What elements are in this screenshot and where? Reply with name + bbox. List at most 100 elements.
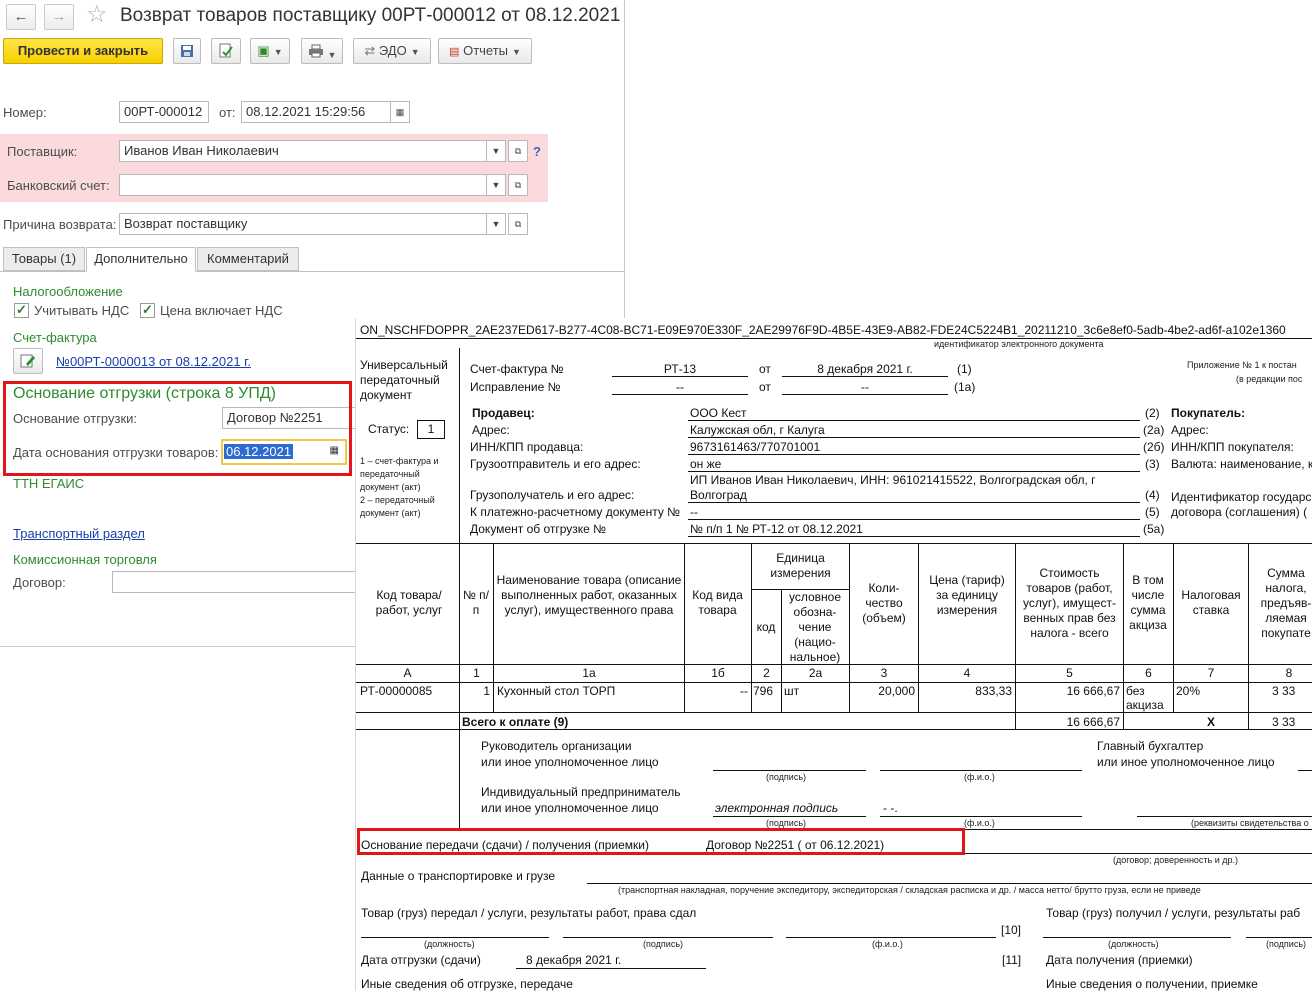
consignee-label: Грузополучатель и его адрес: [470,488,635,502]
correction-number: -- [676,380,684,394]
column-header-name: Наименование товара (описание выполненны… [496,573,682,617]
reports-label: Отчеты [463,43,509,58]
line [612,394,748,395]
taxation-group-title: Налогообложение [13,284,123,299]
buyer-address-label: Адрес: [1171,423,1209,437]
create-based-icon: ▣ [257,43,270,58]
column-header-cost: Стоимость товаров (работ, услуг), имущес… [1023,566,1116,640]
field-number: (1) [957,362,972,376]
buyer-gov-id-label: Идентификатор государс [1171,490,1312,504]
certificate-caption: (реквизиты свидетельства о [1191,818,1309,828]
line [688,519,1140,520]
checkmark-icon: ✓ [142,302,153,317]
row-code: РТ-00000085 [360,684,433,698]
line [688,437,1140,438]
vat-checkbox[interactable]: ✓ [14,303,29,318]
post-button[interactable] [211,38,241,64]
return-reason-open-button[interactable]: ⧉ [508,213,528,235]
row-excise-2: акциза [1126,698,1164,712]
field-number: (2б) [1143,440,1165,454]
status-note: 2 – передаточный [360,495,435,505]
forward-button[interactable]: → [44,4,74,30]
help-icon[interactable]: ? [533,144,541,159]
supplier-dropdown-button[interactable]: ▼ [486,140,506,162]
column-header-price: Цена (тариф) за единицу измерения [929,573,1005,617]
position-caption: (должность) [424,939,475,949]
reports-button[interactable]: ▤ Отчеты ▼ [438,38,532,64]
tab-additional[interactable]: Дополнительно [86,247,196,272]
arrow-right-icon: → [51,8,67,25]
open-icon: ⧉ [514,219,522,229]
return-reason-field[interactable]: Возврат поставщику [119,213,487,235]
edit-invoice-button[interactable] [13,348,43,374]
bank-account-open-button[interactable]: ⧉ [508,174,528,196]
tab-comment[interactable]: Комментарий [197,247,299,271]
consignee-value-city: Волгоград [690,488,747,502]
fio-caption: (ф.и.о.) [872,939,903,949]
edo-button[interactable]: ⇄ ЭДО ▼ [353,38,431,64]
column-index: 5 [1066,666,1073,680]
total-cost: 16 666,67 [1066,715,1120,729]
ip-fio: - -. [883,801,898,815]
buyer-label: Покупатель: [1171,406,1246,420]
column-header-kind: Код вида товара [692,588,743,617]
chevron-down-icon: ▼ [491,219,501,229]
tab-divider [196,271,624,272]
return-reason-label: Причина возврата: [3,217,117,232]
line [356,338,1312,339]
field-number: (4) [1145,488,1160,502]
calendar-button[interactable]: ▦ [390,101,410,123]
date-label: от: [219,105,236,120]
print-button[interactable]: ▼ [301,38,343,64]
payment-doc-value: -- [690,505,698,519]
tab-goods[interactable]: Товары (1) [3,247,85,271]
transport-caption: (транспортная накладная, поручение экспе… [618,885,1201,895]
arrow-left-icon: ← [13,8,29,25]
status-value: 1 [417,420,445,439]
favorite-star-icon[interactable]: ☆ [86,2,108,28]
ship-date-label: Дата отгрузки (сдачи) [361,953,481,967]
window-title: Возврат товаров поставщику 00РТ-000012 о… [120,5,621,26]
column-header-excise: В том числе сумма акциза [1129,573,1167,632]
supplier-field[interactable]: Иванов Иван Николаевич [119,140,487,162]
basis-caption: (договор; доверенность и др.) [1113,855,1239,865]
supplier-open-button[interactable]: ⧉ [508,140,528,162]
return-reason-dropdown-button[interactable]: ▼ [486,213,506,235]
other-shipment-info-label: Иные сведения об отгрузке, передаче [361,977,573,991]
ship-date-value: 8 декабря 2021 г. [526,953,622,967]
line [563,937,773,938]
line [786,937,996,938]
row-tax-rate: 20% [1176,684,1201,698]
tab-divider [0,271,86,272]
post-and-close-button[interactable]: Провести и закрыть [3,38,163,64]
invoice-link[interactable]: №00РТ-0000013 от 08.12.2021 г. [56,354,251,369]
highlight-frame [357,828,965,855]
table-border [1015,543,1016,729]
bank-account-dropdown-button[interactable]: ▼ [486,174,506,196]
line [516,968,706,969]
line [880,816,1082,817]
vat-checkbox-label[interactable]: Учитывать НДС [34,303,129,318]
total-label: Всего к оплате (9) [462,715,569,729]
egais-group-title: ТТН ЕГАИС [13,476,85,491]
chevron-down-icon: ▼ [491,180,501,190]
table-border [1123,543,1124,729]
create-based-on-button[interactable]: ▣ ▼ [250,38,290,64]
back-button[interactable]: ← [6,4,36,30]
field-number: (2а) [1143,423,1165,437]
contract-field[interactable] [112,571,362,593]
number-field[interactable]: 00РТ-000012 [119,101,209,123]
appendix-note: (в редакции пос [1236,374,1303,384]
field-number: (2) [1145,406,1160,420]
payment-doc-label: К платежно-расчетному документу № [470,505,681,519]
upd-title-line-1: Универсальный [360,358,448,372]
total-tax-sum: 3 33 [1272,715,1296,729]
line [1246,937,1312,938]
correction-date: -- [861,380,869,394]
price-includes-vat-checkbox[interactable]: ✓ [140,303,155,318]
transport-section-link[interactable]: Транспортный раздел [13,526,145,541]
price-includes-vat-label[interactable]: Цена включает НДС [160,303,283,318]
date-field[interactable]: 08.12.2021 15:29:56 [241,101,391,123]
save-button[interactable] [173,38,201,64]
bank-account-field[interactable] [119,174,487,196]
